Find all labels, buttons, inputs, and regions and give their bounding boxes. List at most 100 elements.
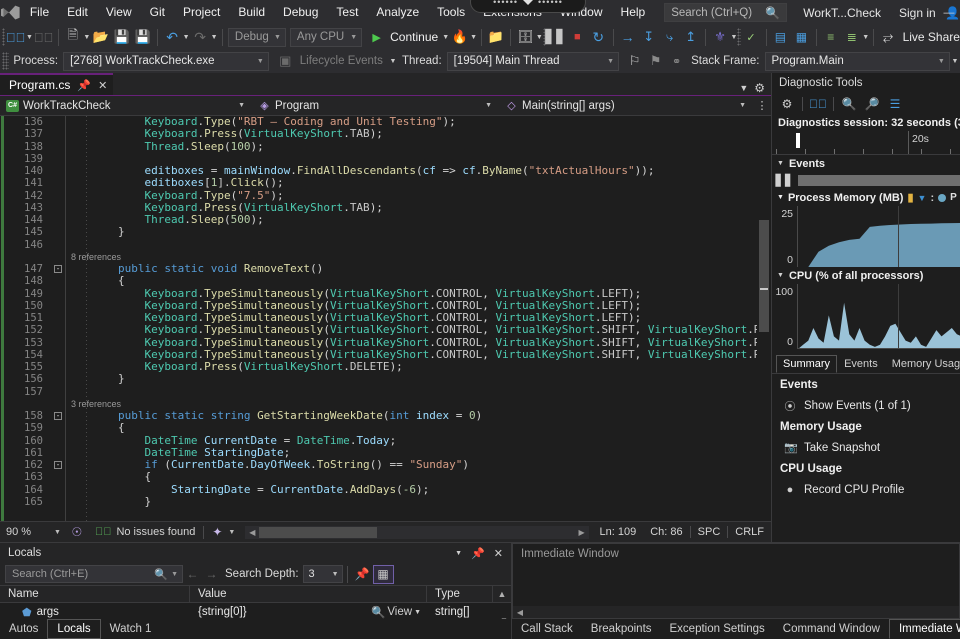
locals-search-input[interactable]: Search (Ctrl+E): [12, 568, 154, 580]
new-item-dropdown[interactable]: ▼: [83, 26, 90, 48]
chevron-down-icon[interactable]: ▼: [455, 550, 462, 557]
debugbar-overflow[interactable]: ▼: [950, 50, 960, 72]
threads-dropdown[interactable]: ▼: [731, 26, 738, 48]
column-header-type[interactable]: Type: [427, 585, 493, 603]
menu-item-file[interactable]: File: [21, 0, 58, 25]
code-line[interactable]: 137 Keyboard.Press(VirtualKeyShort.TAB);: [5, 128, 757, 141]
breadcrumb-member[interactable]: ◇ Main(string[] args) ▼: [499, 95, 753, 116]
minimize-button[interactable]: —: [938, 0, 960, 25]
spaces-indicator[interactable]: SPC: [689, 526, 728, 538]
nav-back-icon[interactable]: ◀⃝: [5, 26, 26, 48]
tab-program-cs[interactable]: Program.cs 📌 ✕: [0, 73, 114, 95]
window-layout-dropdown[interactable]: ▼: [536, 26, 543, 48]
stop-icon[interactable]: ■: [567, 26, 588, 48]
code-line[interactable]: 157: [5, 386, 757, 398]
cpu-section-header[interactable]: ▼ CPU (% of all processors): [772, 267, 960, 284]
diagnostics-tab-memory-usage[interactable]: Memory Usage: [885, 355, 960, 373]
export-icon[interactable]: ➜⃞: [807, 94, 829, 113]
solution-platform-combo[interactable]: Any CPU ▼: [289, 27, 363, 47]
memory-section-header[interactable]: ▼ Process Memory (MB) ▮ ▼ : P: [772, 189, 960, 206]
nav-back-dropdown[interactable]: ▼: [26, 26, 33, 48]
undo-dropdown[interactable]: ▼: [183, 26, 190, 48]
close-icon[interactable]: ✕: [98, 79, 107, 92]
save-all-icon[interactable]: 💾: [132, 26, 153, 48]
arrow-left-icon[interactable]: ←: [183, 567, 202, 581]
continue-dropdown[interactable]: ▼: [442, 26, 449, 48]
value-visualizer-button[interactable]: 🔍 View ▼: [371, 605, 427, 619]
lifecycle-label[interactable]: Lifecycle Events: [296, 55, 388, 67]
code-line[interactable]: 165 }: [5, 495, 757, 508]
code-lines[interactable]: 136 Keyboard.Type("RBT – Coding and Unit…: [5, 116, 757, 521]
intellicode-icon[interactable]: ☉: [67, 525, 87, 539]
pause-icon[interactable]: ▋▋: [545, 26, 567, 48]
menu-item-analyze[interactable]: Analyze: [367, 0, 428, 25]
continue-label[interactable]: Continue: [387, 30, 442, 44]
timeline-cursor[interactable]: [796, 133, 800, 148]
scroll-left-icon[interactable]: ◀: [245, 528, 259, 537]
stackframe-combo[interactable]: Program.Main ▼: [764, 51, 950, 71]
sort-asc-icon[interactable]: ▲: [493, 589, 511, 599]
step-into-icon[interactable]: ↧: [638, 26, 659, 48]
diagnostics-tab-summary[interactable]: Summary: [776, 355, 838, 373]
chevron-down-icon[interactable]: [523, 0, 533, 5]
menu-item-view[interactable]: View: [97, 0, 141, 25]
column-header-value[interactable]: Value: [190, 585, 427, 603]
step-out-icon[interactable]: ↥: [680, 26, 701, 48]
toolbar-grip[interactable]: [2, 52, 10, 70]
breadcrumb-type[interactable]: ◈ Program ▼: [252, 95, 499, 116]
vs-logo-icon[interactable]: [0, 0, 21, 25]
code-line[interactable]: 146: [5, 239, 757, 251]
editor-horizontal-scrollbar[interactable]: ◀ ▶: [245, 525, 589, 539]
fold-toggle-icon[interactable]: -: [51, 263, 65, 275]
tab-exception-settings[interactable]: Exception Settings: [661, 619, 774, 639]
hscrollbar-thumb[interactable]: [259, 526, 378, 538]
menu-item-tools[interactable]: Tools: [428, 0, 474, 25]
pin-icon[interactable]: 📌: [77, 79, 91, 92]
code-line[interactable]: 145 }: [5, 226, 757, 239]
undo-icon[interactable]: ↶: [162, 26, 183, 48]
chevron-down-icon[interactable]: ▼: [736, 102, 750, 109]
arrow-right-icon[interactable]: →: [617, 26, 638, 48]
flags-icon[interactable]: ⚑: [645, 50, 666, 72]
solution-configuration-combo[interactable]: Debug ▼: [227, 27, 286, 47]
flag-icon[interactable]: ⚐: [624, 50, 645, 72]
split-view-icon[interactable]: ⋮: [753, 99, 771, 112]
floating-overlay-pill[interactable]: •••••• ••••••: [470, 0, 586, 13]
window-layout-icon[interactable]: 🗄: [515, 26, 536, 48]
gear-icon[interactable]: ⚙: [754, 81, 765, 95]
tab-call-stack[interactable]: Call Stack: [512, 619, 582, 639]
account-name[interactable]: WorkT...Check: [803, 6, 881, 20]
play-icon[interactable]: ▶: [366, 26, 387, 48]
tab-autos[interactable]: Autos: [0, 619, 47, 639]
outdent-icon[interactable]: ≣: [841, 26, 862, 48]
events-section-header[interactable]: ▼ Events: [772, 155, 960, 172]
threads-icon[interactable]: ⚜: [710, 26, 731, 48]
format-dropdown[interactable]: ▼: [862, 26, 869, 48]
tab-breakpoints[interactable]: Breakpoints: [582, 619, 661, 639]
code-editor[interactable]: 136 Keyboard.Type("RBT – Coding and Unit…: [0, 116, 771, 521]
redo-dropdown[interactable]: ▼: [211, 26, 218, 48]
select-tools-icon[interactable]: ☰: [884, 94, 906, 113]
thread-combo[interactable]: [19504] Main Thread ▼: [446, 51, 620, 71]
summary-action[interactable]: ● Record CPU Profile: [772, 479, 960, 500]
gear-icon[interactable]: ⚙: [776, 94, 798, 113]
close-icon[interactable]: ✕: [494, 547, 503, 560]
hot-reload-dropdown[interactable]: ▼: [470, 26, 477, 48]
save-icon[interactable]: 💾: [111, 26, 132, 48]
new-item-icon[interactable]: 🗎: [62, 26, 83, 48]
arrow-right-icon[interactable]: →: [202, 567, 221, 581]
code-line[interactable]: 138 Thread.Sleep(100);: [5, 140, 757, 153]
menu-item-git[interactable]: Git: [141, 0, 174, 25]
chevron-down-icon[interactable]: ▼: [222, 529, 241, 536]
menu-item-test[interactable]: Test: [327, 0, 367, 25]
search-depth-combo[interactable]: 3 ▼: [302, 565, 343, 583]
live-share-label[interactable]: Live Share: [899, 30, 960, 44]
open-file-icon[interactable]: 📂: [90, 26, 111, 48]
immediate-horizontal-scrollbar[interactable]: ◀: [513, 606, 959, 618]
hot-reload-icon[interactable]: 🔥: [449, 26, 470, 48]
chevron-down-icon[interactable]: ▼: [235, 102, 249, 109]
chevron-down-icon[interactable]: ▼: [54, 529, 67, 536]
toolbar-grip[interactable]: [737, 28, 741, 46]
lifecycle-icon[interactable]: ▣: [275, 50, 296, 72]
spell-check-icon[interactable]: ✓: [741, 26, 762, 48]
